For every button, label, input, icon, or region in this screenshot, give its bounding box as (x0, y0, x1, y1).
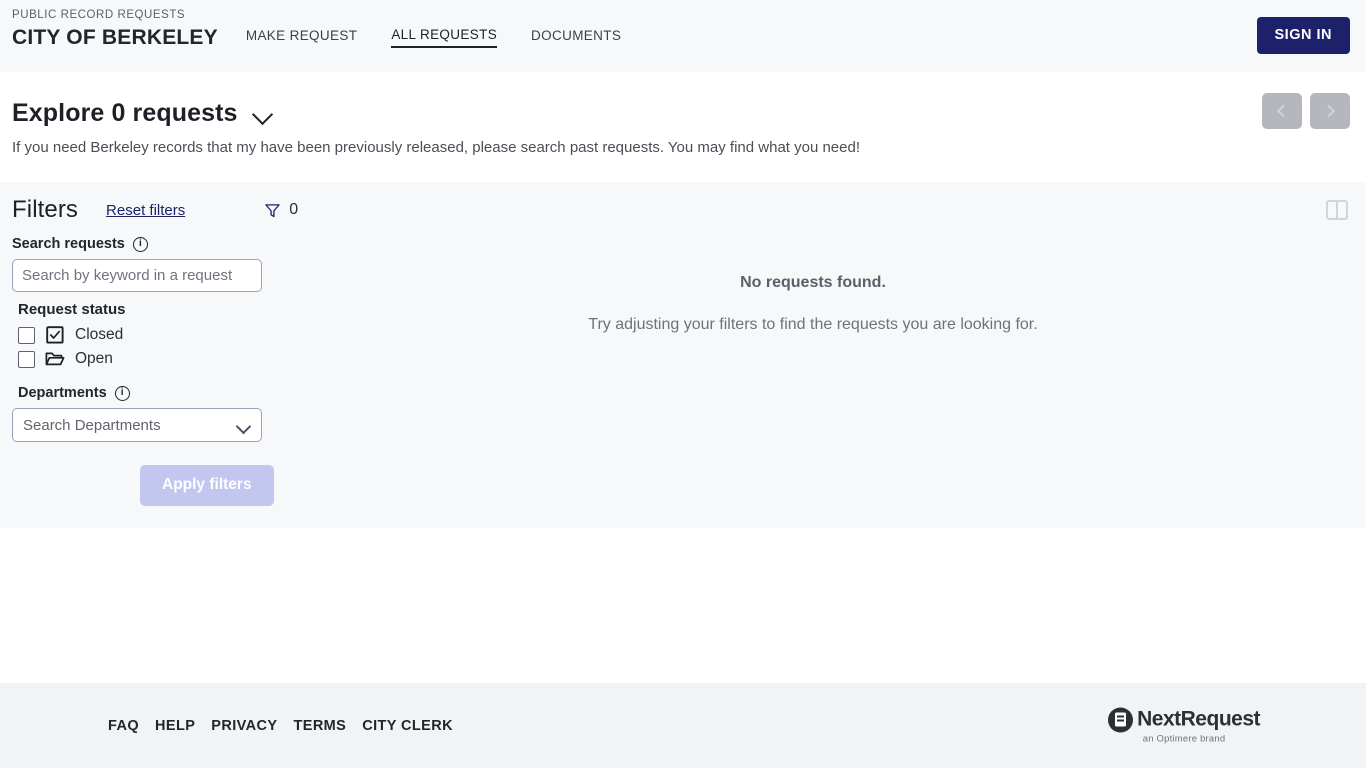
pagination-controls (1262, 93, 1350, 129)
chevron-down-icon (237, 421, 251, 430)
chevron-down-icon[interactable] (252, 106, 274, 120)
next-page-button[interactable] (1310, 93, 1350, 129)
nav-item-all-requests[interactable]: ALL REQUESTS (391, 27, 498, 48)
status-label-open: Open (75, 350, 113, 367)
filters-heading: Filters (12, 196, 79, 223)
panel-layout-icon[interactable] (1326, 200, 1348, 220)
nav-item-make-request[interactable]: MAKE REQUEST (246, 28, 357, 47)
search-requests-label-text: Search requests (12, 236, 125, 252)
logo-tagline: an Optimere brand (1142, 733, 1226, 744)
info-icon[interactable]: i (114, 385, 130, 401)
footer-link-help[interactable]: HELP (155, 718, 195, 734)
filter-funnel-icon (265, 203, 280, 217)
page-title: Explore 0 requests (12, 99, 238, 127)
apply-filters-wrap: Apply filters (12, 465, 288, 506)
nav-item-documents[interactable]: DOCUMENTS (531, 28, 621, 47)
filters-body: Search requests i Request status Closed (0, 236, 1366, 506)
hero-description: If you need Berkeley records that my hav… (12, 139, 861, 156)
open-folder-icon (45, 352, 65, 366)
sign-in-button[interactable]: SIGN IN (1256, 17, 1350, 54)
filter-count-value: 0 (289, 201, 299, 218)
filters-bar: Filters Reset filters 0 (0, 182, 1366, 236)
filters-column: Search requests i Request status Closed (0, 236, 300, 506)
body-spacer (0, 528, 1366, 683)
status-option-open[interactable]: Open (12, 347, 288, 371)
departments-select[interactable]: Search Departments (12, 408, 262, 442)
hero-title-row: Explore 0 requests (12, 98, 1350, 128)
logo-wordmark: NextRequest (1137, 707, 1260, 731)
logo-row: NextRequest (1108, 707, 1260, 732)
search-input[interactable] (12, 259, 262, 292)
site-footer: FAQ HELP PRIVACY TERMS CITY CLERK NextRe… (0, 683, 1366, 768)
nextrequest-logo[interactable]: NextRequest an Optimere brand (1108, 707, 1260, 744)
apply-filters-button[interactable]: Apply filters (140, 465, 274, 506)
departments-label-text: Departments (18, 385, 107, 401)
brand-title: CITY OF BERKELEY (12, 26, 218, 49)
status-option-closed[interactable]: Closed (12, 323, 288, 347)
active-filter-count: 0 (265, 201, 298, 219)
chevron-left-icon (1276, 104, 1290, 118)
footer-link-terms[interactable]: TERMS (293, 718, 346, 734)
chevron-right-icon (1322, 104, 1336, 118)
filters-panel: Filters Reset filters 0 Search requests … (0, 182, 1366, 528)
nextrequest-document-icon (1108, 707, 1134, 732)
info-icon[interactable]: i (132, 236, 148, 252)
status-label-closed: Closed (75, 326, 124, 343)
footer-link-faq[interactable]: FAQ (108, 718, 139, 734)
search-requests-label: Search requests i (12, 236, 288, 252)
results-empty-state: No requests found. Try adjusting your fi… (300, 236, 1366, 334)
brand-eyebrow: PUBLIC RECORD REQUESTS (12, 9, 186, 21)
site-header: PUBLIC RECORD REQUESTS CITY OF BERKELEY … (0, 0, 1366, 72)
checkbox-open[interactable] (18, 350, 35, 368)
page-root: PUBLIC RECORD REQUESTS CITY OF BERKELEY … (0, 0, 1366, 768)
footer-link-privacy[interactable]: PRIVACY (211, 718, 277, 734)
previous-page-button[interactable] (1262, 93, 1302, 129)
hero-section: Explore 0 requests If you need Berkeley … (0, 72, 1366, 182)
departments-select-value: Search Departments (23, 416, 161, 434)
request-status-label: Request status (18, 301, 126, 318)
checked-box-icon (46, 326, 64, 344)
empty-state-subtitle: Try adjusting your filters to find the r… (588, 316, 1038, 333)
brand-block[interactable]: PUBLIC RECORD REQUESTS CITY OF BERKELEY (12, 0, 218, 50)
empty-state-title: No requests found. (740, 274, 886, 291)
footer-link-city-clerk[interactable]: CITY CLERK (362, 718, 453, 734)
checkbox-closed[interactable] (18, 326, 35, 344)
departments-label: Departments i (12, 385, 288, 401)
footer-links: FAQ HELP PRIVACY TERMS CITY CLERK (108, 718, 453, 734)
reset-filters-link[interactable]: Reset filters (106, 202, 185, 219)
main-nav: MAKE REQUEST ALL REQUESTS DOCUMENTS (246, 0, 621, 48)
